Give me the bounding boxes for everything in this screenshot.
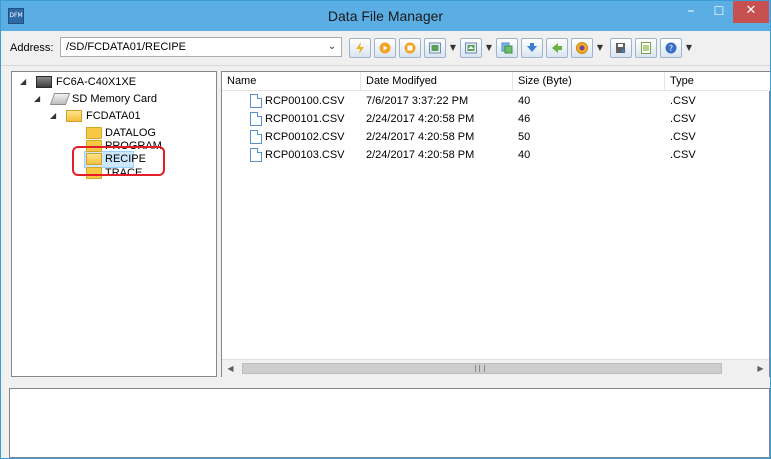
table-row[interactable]: RCP00101.CSV 2/24/2017 4:20:58 PM 46 .CS… — [222, 110, 770, 128]
file-type: .CSV — [670, 95, 696, 107]
save-icon — [616, 43, 626, 53]
svg-text:?: ? — [669, 44, 673, 53]
scroll-left-button[interactable]: ◀ — [222, 360, 239, 377]
tree-label-device: FC6A-C40X1XE — [56, 76, 137, 88]
lightning-icon — [356, 42, 364, 54]
stop-icon — [404, 42, 416, 54]
close-button[interactable]: ✕ — [733, 1, 769, 23]
arrow-down-button[interactable] — [521, 38, 543, 58]
sd-card-icon — [49, 93, 71, 105]
file-date: 2/24/2017 4:20:58 PM — [366, 149, 475, 161]
expand-arrow-icon[interactable]: ◢ — [20, 74, 30, 90]
column-header-type[interactable]: Type — [665, 72, 770, 90]
globe-button[interactable] — [571, 38, 593, 58]
title-bar[interactable]: DFM Data File Manager – ☐ ✕ — [1, 1, 770, 31]
file-type: .CSV — [670, 131, 696, 143]
maximize-button[interactable]: ☐ — [705, 1, 733, 23]
file-name: RCP00102.CSV — [265, 131, 345, 143]
help-button[interactable]: ? — [660, 38, 682, 58]
upload-dropdown-arrow[interactable]: ▼ — [447, 38, 459, 58]
refresh-icon — [552, 43, 562, 53]
scroll-thumb[interactable] — [242, 363, 722, 374]
document-button[interactable] — [635, 38, 657, 58]
table-row[interactable]: RCP00102.CSV 2/24/2017 4:20:58 PM 50 .CS… — [222, 128, 770, 146]
csv-file-icon — [250, 130, 262, 144]
horizontal-scrollbar[interactable]: ◀ ▶ — [222, 359, 769, 377]
copy-icon — [501, 42, 513, 54]
window-title: Data File Manager — [327, 8, 444, 24]
file-date: 2/24/2017 4:20:58 PM — [366, 131, 475, 143]
minimize-button[interactable]: – — [677, 1, 705, 23]
scroll-right-button[interactable]: ▶ — [752, 360, 769, 377]
help-dropdown-arrow[interactable]: ▼ — [683, 38, 695, 58]
file-name: RCP00101.CSV — [265, 113, 345, 125]
help-icon: ? — [665, 42, 677, 54]
recipe-highlight-annotation — [72, 146, 165, 176]
expand-arrow-icon[interactable]: ◢ — [34, 91, 44, 107]
folder-tree[interactable]: ◢ FC6A-C40X1XE ◢ SD Memory Card ◢ FCDATA… — [11, 71, 217, 377]
download-button[interactable] — [460, 38, 482, 58]
refresh-button[interactable] — [546, 38, 568, 58]
table-row[interactable]: RCP00103.CSV 2/24/2017 4:20:58 PM 40 .CS… — [222, 146, 770, 164]
table-row[interactable]: RCP00100.CSV 7/6/2017 3:37:22 PM 40 .CSV — [222, 92, 770, 110]
list-header: Name Date Modifyed Size (Byte) Type — [222, 72, 770, 91]
data-file-manager-window: DFM Data File Manager – ☐ ✕ Address: /SD… — [0, 0, 771, 459]
upload-button[interactable] — [424, 38, 446, 58]
copy-button[interactable] — [496, 38, 518, 58]
device-icon — [36, 76, 52, 88]
file-name: RCP00103.CSV — [265, 149, 345, 161]
document-icon — [641, 42, 651, 54]
expand-arrow-icon[interactable]: ◢ — [50, 108, 60, 124]
tree-label-fcdata01: FCDATA01 — [86, 110, 141, 122]
address-label: Address: — [10, 42, 54, 54]
file-date: 7/6/2017 3:37:22 PM — [366, 95, 469, 107]
tree-node-device[interactable]: ◢ FC6A-C40X1XE — [12, 74, 216, 90]
upload-icon — [429, 42, 441, 54]
file-date: 2/24/2017 4:20:58 PM — [366, 113, 475, 125]
chevron-down-icon[interactable]: ⌄ — [326, 40, 338, 54]
address-bar: Address: /SD/FCDATA01/RECIPE ⌄ ▼ ▼ ▼ ? ▼ — [1, 31, 770, 66]
address-combobox[interactable]: /SD/FCDATA01/RECIPE ⌄ — [60, 37, 342, 57]
file-size: 40 — [518, 95, 531, 107]
file-size: 50 — [518, 131, 531, 143]
file-type: .CSV — [670, 149, 696, 161]
file-size: 46 — [518, 113, 531, 125]
csv-file-icon — [250, 112, 262, 126]
globe-icon — [576, 42, 588, 54]
address-value: /SD/FCDATA01/RECIPE — [66, 41, 187, 53]
arrow-down-icon — [527, 43, 537, 52]
csv-file-icon — [250, 94, 262, 108]
download-dropdown-arrow[interactable]: ▼ — [483, 38, 495, 58]
play-icon — [379, 42, 391, 54]
lightning-button[interactable] — [349, 38, 371, 58]
output-pane[interactable] — [9, 388, 770, 458]
save-button[interactable] — [610, 38, 632, 58]
play-button[interactable] — [374, 38, 396, 58]
scroll-grip-icon — [475, 365, 485, 372]
file-type: .CSV — [670, 113, 696, 125]
tree-label-sd-card: SD Memory Card — [72, 93, 157, 105]
folder-open-icon — [66, 110, 82, 122]
file-list[interactable]: Name Date Modifyed Size (Byte) Type RCP0… — [221, 71, 770, 377]
stop-button[interactable] — [399, 38, 421, 58]
download-icon — [465, 42, 477, 54]
file-name: RCP00100.CSV — [265, 95, 345, 107]
column-header-name[interactable]: Name — [222, 72, 361, 90]
globe-dropdown-arrow[interactable]: ▼ — [594, 38, 606, 58]
column-header-size[interactable]: Size (Byte) — [513, 72, 665, 90]
tree-node-fcdata01[interactable]: ◢ FCDATA01 — [12, 108, 216, 124]
file-size: 40 — [518, 149, 531, 161]
column-header-date[interactable]: Date Modifyed — [361, 72, 513, 90]
tree-node-sd-card[interactable]: ◢ SD Memory Card — [12, 91, 216, 107]
csv-file-icon — [250, 148, 262, 162]
